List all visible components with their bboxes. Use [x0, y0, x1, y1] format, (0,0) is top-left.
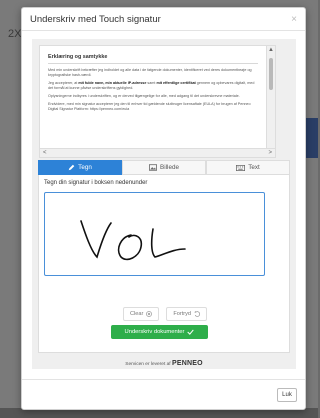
- keyboard-icon: [236, 164, 246, 171]
- modal-header: Underskriv med Touch signatur ×: [22, 8, 305, 31]
- undo-button[interactable]: Fortryd: [166, 307, 208, 321]
- signature-actions: Clear Fortryd: [39, 307, 291, 321]
- close-icon[interactable]: ×: [291, 14, 297, 25]
- provider-prefix: Servicen er leveret af: [125, 362, 171, 367]
- tab-billede[interactable]: Billede: [122, 160, 206, 175]
- declaration-paragraph-3: Oplysningerne indbyres i underskriften, …: [48, 94, 240, 98]
- clear-icon: [146, 311, 153, 317]
- scroll-up-icon[interactable]: ▲: [267, 46, 275, 55]
- scroll-right-icon[interactable]: >: [268, 149, 272, 157]
- signature-stroke: [80, 220, 186, 261]
- horizontal-scrollbar[interactable]: < >: [39, 149, 276, 158]
- tab-tegn[interactable]: Tegn: [38, 160, 122, 175]
- declaration-paragraph-1: Med min underskrift bekræfter jeg indhol…: [48, 68, 252, 77]
- provider-credit: Servicen er leveret af PENNEO: [32, 360, 296, 367]
- scroll-thumb[interactable]: [269, 58, 273, 90]
- modal-body: Erklæring og samtykke Med min underskrif…: [32, 39, 296, 369]
- background-text: 2X: [8, 28, 22, 40]
- modal-footer: Luk: [22, 379, 305, 409]
- declaration-box[interactable]: Erklæring og samtykke Med min underskrif…: [39, 45, 267, 149]
- submit-signature-button[interactable]: Underskriv dokumenter: [111, 325, 208, 339]
- declaration-title: Erklæring og samtykke: [48, 54, 258, 64]
- signature-tabs: Tegn Billede Text: [38, 160, 290, 175]
- signature-instruction: Tegn din signatur i boksen nedenunder: [44, 180, 148, 186]
- background-accent-block: [304, 118, 318, 158]
- vertical-scrollbar[interactable]: ▲: [267, 45, 276, 149]
- tab-text[interactable]: Text: [206, 160, 290, 175]
- clear-button[interactable]: Clear: [122, 307, 160, 321]
- scroll-left-icon[interactable]: <: [43, 149, 47, 157]
- penneo-logo: PENNEO: [171, 360, 203, 367]
- image-icon: [149, 164, 158, 171]
- signature-canvas[interactable]: [44, 192, 265, 276]
- modal-title: Underskriv med Touch signatur: [30, 13, 161, 25]
- checkmark-icon: [187, 329, 195, 335]
- close-button[interactable]: Luk: [277, 388, 297, 402]
- declaration-paragraph-4: Endvidere, med min signatur accepterer j…: [48, 102, 251, 111]
- signature-panel: Tegn din signatur i boksen nedenunder Cl…: [38, 175, 290, 353]
- declaration-paragraph-2: Jeg accepterer, at mit fulde navn, min a…: [48, 81, 255, 90]
- signature-modal: Underskriv med Touch signatur × Erklærin…: [21, 7, 306, 410]
- undo-icon: [194, 311, 201, 317]
- pen-icon: [68, 164, 75, 171]
